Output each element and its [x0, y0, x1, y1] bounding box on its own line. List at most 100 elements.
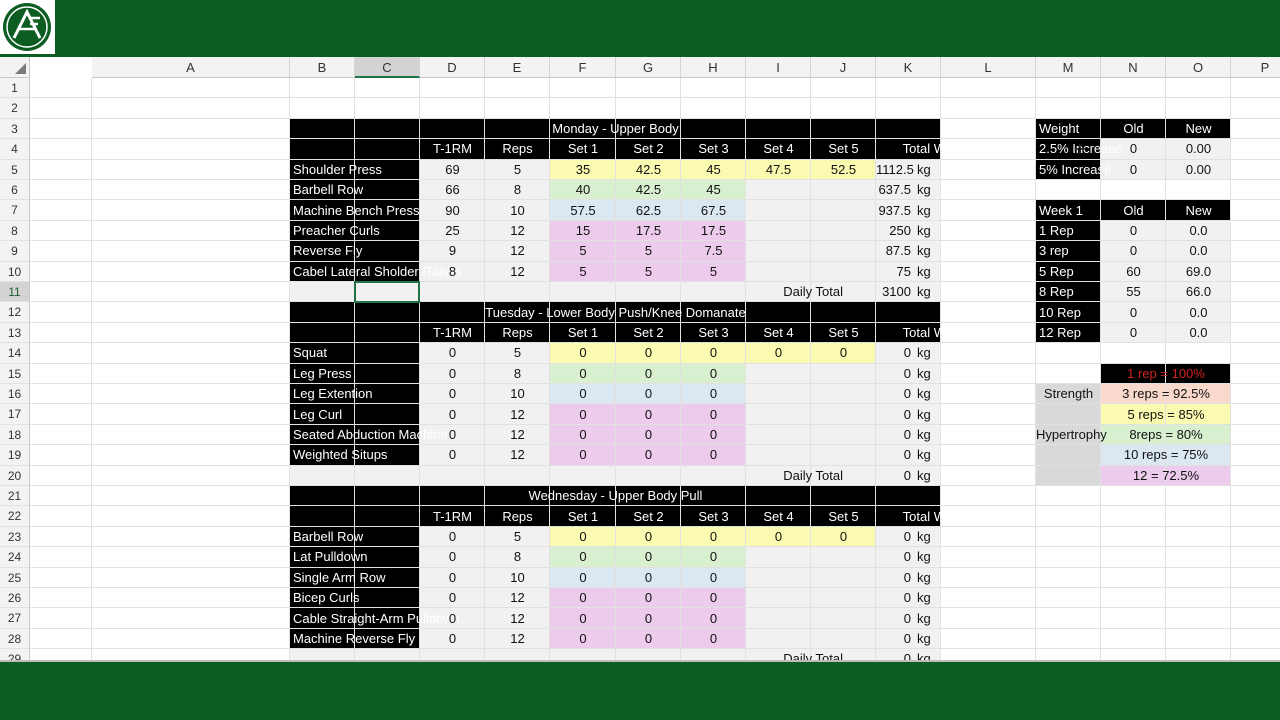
set-value[interactable]: 0 [550, 527, 616, 547]
set-value[interactable]: 47.5 [746, 160, 811, 180]
reps-value[interactable]: 12 [485, 445, 550, 465]
rep-label[interactable]: 1 Rep [1036, 221, 1101, 241]
column-header-d[interactable]: D [420, 57, 485, 78]
reps-value[interactable]: 10 [485, 201, 550, 221]
column-label[interactable]: Set 1 [550, 323, 616, 343]
row-header-11[interactable]: 11 [0, 282, 30, 303]
set-value[interactable]: 52.5 [811, 160, 876, 180]
set-value[interactable]: 0 [616, 425, 681, 445]
column-header-n[interactable]: N [1101, 57, 1166, 78]
set-value[interactable]: 0 [681, 527, 746, 547]
set-value[interactable]: 5 [550, 262, 616, 282]
column-label[interactable]: Set 3 [681, 323, 746, 343]
old-value[interactable]: 0 [1101, 241, 1166, 261]
old-weight[interactable]: 0 [1101, 139, 1166, 159]
column-label[interactable]: Reps [485, 139, 550, 159]
hypertrophy-label[interactable]: Hypertrophy [1036, 425, 1107, 445]
set-value[interactable]: 0 [550, 384, 616, 404]
row-header-13[interactable]: 13 [0, 322, 30, 344]
exercise-name[interactable]: Leg Extention [290, 384, 420, 404]
unit-label[interactable]: kg [914, 527, 941, 547]
set-value[interactable]: 15 [550, 221, 616, 241]
set-value[interactable]: 0 [681, 364, 746, 384]
set-value[interactable]: 0 [616, 384, 681, 404]
t1rm-value[interactable]: 0 [420, 568, 485, 588]
exercise-name[interactable]: Weighted Situps [290, 445, 420, 465]
row-header-21[interactable]: 21 [0, 486, 30, 507]
old-value[interactable]: 0 [1101, 303, 1166, 323]
set-value[interactable]: 0 [811, 343, 876, 363]
column-label[interactable]: Set 4 [746, 139, 811, 159]
column-label[interactable]: Set 4 [746, 323, 811, 343]
column-header-h[interactable]: H [681, 57, 746, 78]
selected-cell-indicator[interactable] [354, 281, 420, 304]
set-value[interactable]: 0 [550, 343, 616, 363]
set-value[interactable]: 0 [550, 629, 616, 649]
column-label[interactable]: T-1RM [420, 139, 485, 159]
reps-value[interactable]: 8 [485, 180, 550, 200]
column-header-g[interactable]: G [616, 57, 681, 78]
t1rm-value[interactable]: 66 [420, 180, 485, 200]
new-value[interactable]: 66.0 [1166, 282, 1231, 302]
set-value[interactable]: 5 [681, 262, 746, 282]
set-value[interactable]: 0 [681, 588, 746, 608]
row-header-17[interactable]: 17 [0, 404, 30, 425]
reps-value[interactable]: 5 [485, 527, 550, 547]
old-value[interactable]: 60 [1101, 262, 1166, 282]
column-label[interactable]: Set 2 [616, 323, 681, 343]
set-value[interactable]: 7.5 [681, 241, 746, 261]
set-value[interactable]: 0 [550, 425, 616, 445]
unit-label[interactable]: kg [914, 241, 941, 261]
column-label[interactable]: Set 1 [550, 507, 616, 527]
set-value[interactable]: 42.5 [616, 160, 681, 180]
set-value[interactable]: 0 [616, 445, 681, 465]
set-value[interactable]: 0 [550, 609, 616, 629]
row-header-16[interactable]: 16 [0, 384, 30, 405]
exercise-name[interactable]: Barbell Row [290, 180, 420, 200]
column-header-j[interactable]: J [811, 57, 876, 78]
set-value[interactable]: 0 [681, 425, 746, 445]
increase-label[interactable]: 2.5% Increase [1036, 139, 1122, 159]
daily-total-value[interactable]: 0 [876, 466, 911, 486]
exercise-name[interactable]: Preacher Curls [290, 221, 420, 241]
row-header-18[interactable]: 18 [0, 424, 30, 446]
exercise-name[interactable]: Leg Press [290, 364, 420, 384]
exercise-name[interactable]: Single Arm Row [290, 568, 420, 588]
block-title[interactable]: Wednesday - Upper Body Pull [290, 486, 941, 506]
increase-label[interactable]: 5% Increase [1036, 160, 1111, 180]
t1rm-value[interactable]: 0 [420, 445, 485, 465]
rep-label[interactable]: 5 Rep [1036, 262, 1101, 282]
daily-total-label[interactable]: Daily Total [746, 466, 843, 486]
total-weight[interactable]: 0 [876, 425, 911, 445]
total-weight[interactable]: 0 [876, 547, 911, 567]
exercise-name[interactable]: Seated Abduction Machine [290, 425, 448, 445]
rep-label[interactable]: 12 Rep [1036, 323, 1101, 343]
reps-value[interactable]: 10 [485, 384, 550, 404]
column-header-l[interactable]: L [941, 57, 1036, 78]
new-weight[interactable]: 0.00 [1166, 160, 1231, 180]
exercise-name[interactable]: Shoulder Press [290, 160, 420, 180]
set-value[interactable]: 0 [681, 629, 746, 649]
total-weight[interactable]: 0 [876, 343, 911, 363]
t1rm-value[interactable]: 90 [420, 201, 485, 221]
row-header-22[interactable]: 22 [0, 506, 30, 527]
t1rm-value[interactable]: 0 [420, 547, 485, 567]
unit-label[interactable]: kg [914, 547, 941, 567]
set-value[interactable]: 45 [681, 160, 746, 180]
unit-label[interactable]: kg [914, 425, 941, 445]
set-value[interactable]: 0 [550, 547, 616, 567]
reps-value[interactable]: 12 [485, 609, 550, 629]
strength-label[interactable]: Strength [1036, 384, 1101, 404]
unit-label[interactable]: kg [914, 588, 941, 608]
weight-table-heading[interactable]: New [1166, 119, 1231, 139]
set-value[interactable]: 57.5 [550, 201, 616, 221]
reps-value[interactable]: 12 [485, 425, 550, 445]
reps-value[interactable]: 12 [485, 221, 550, 241]
total-weight[interactable]: 0 [876, 405, 911, 425]
old-value[interactable]: 0 [1101, 221, 1166, 241]
new-value[interactable]: 0.0 [1166, 323, 1231, 343]
set-value[interactable]: 0 [550, 568, 616, 588]
set-value[interactable]: 0 [616, 364, 681, 384]
unit-label[interactable]: kg [914, 384, 941, 404]
total-weight[interactable]: 0 [876, 609, 911, 629]
